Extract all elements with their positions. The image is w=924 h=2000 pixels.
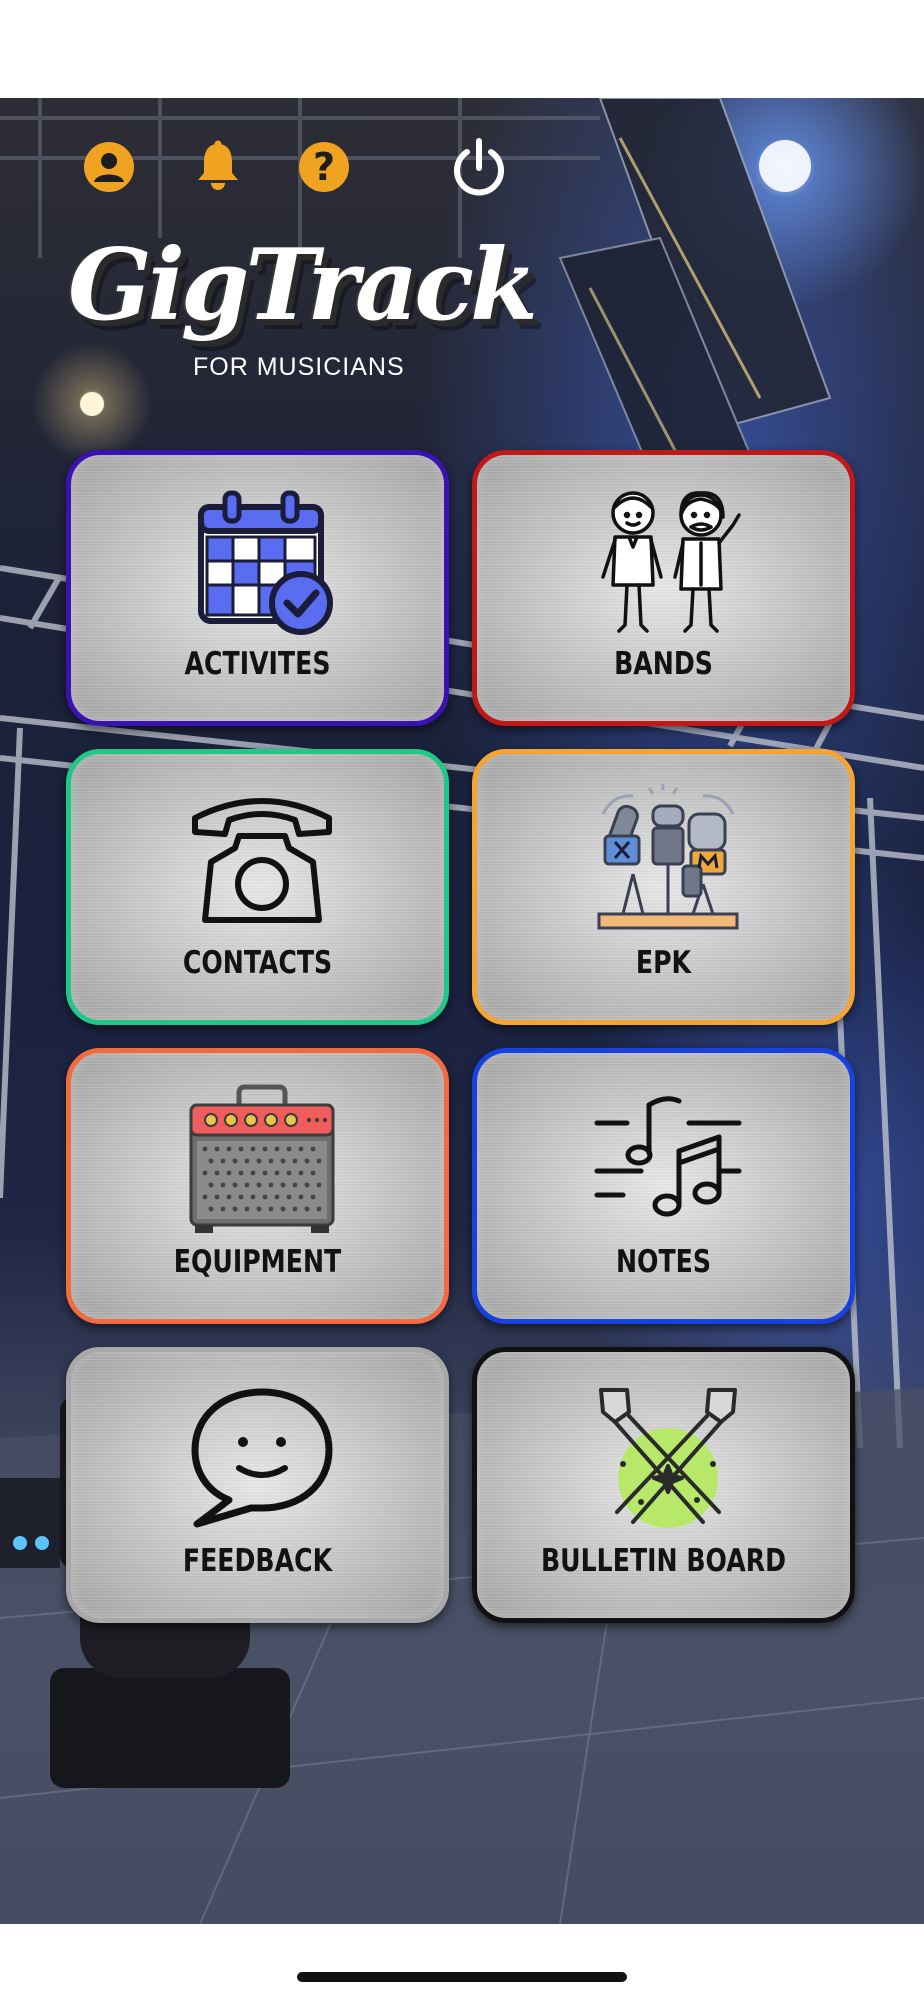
tile-bulletin-board[interactable]: BULLETIN BOARD bbox=[472, 1347, 855, 1623]
tile-label: NOTES bbox=[615, 1243, 712, 1280]
calendar-check-icon bbox=[198, 490, 333, 635]
tile-notes[interactable]: NOTES bbox=[472, 1048, 855, 1324]
power-icon[interactable] bbox=[448, 136, 510, 198]
tile-activities[interactable]: ACTIVITES bbox=[66, 450, 449, 726]
tile-label: FEEDBACK bbox=[182, 1542, 333, 1579]
tile-label: BANDS bbox=[614, 645, 713, 682]
tile-equipment[interactable]: EQUIPMENT bbox=[66, 1048, 449, 1324]
app-logo: GigTrack FOR MUSICIANS bbox=[60, 228, 538, 388]
bell-icon[interactable] bbox=[193, 140, 243, 192]
app-subtitle: FOR MUSICIANS bbox=[193, 353, 405, 381]
amplifier-icon bbox=[189, 1084, 335, 1233]
profile-icon[interactable] bbox=[84, 142, 134, 192]
band-members-icon bbox=[601, 491, 741, 633]
speech-bubble-icon bbox=[191, 1388, 333, 1528]
status-bar bbox=[0, 0, 924, 98]
home-indicator[interactable] bbox=[297, 1972, 627, 1982]
spotlights-icon bbox=[599, 1388, 737, 1528]
tile-epk[interactable]: EPK bbox=[472, 749, 855, 1025]
tile-label: BULLETIN BOARD bbox=[540, 1542, 787, 1579]
app-title: GigTrack bbox=[68, 228, 538, 343]
music-notes-icon bbox=[594, 1096, 742, 1217]
tile-feedback[interactable]: FEEDBACK bbox=[66, 1347, 449, 1623]
tile-label: ACTIVITES bbox=[184, 645, 331, 682]
tile-label: CONTACTS bbox=[182, 944, 333, 981]
tile-label: EPK bbox=[635, 944, 692, 981]
help-icon[interactable]: ? bbox=[299, 142, 349, 192]
tile-bands[interactable]: BANDS bbox=[472, 450, 855, 726]
telephone-icon bbox=[192, 798, 332, 923]
press-microphones-icon bbox=[597, 784, 739, 930]
tile-contacts[interactable]: CONTACTS bbox=[66, 749, 449, 1025]
tile-label: EQUIPMENT bbox=[173, 1243, 342, 1280]
